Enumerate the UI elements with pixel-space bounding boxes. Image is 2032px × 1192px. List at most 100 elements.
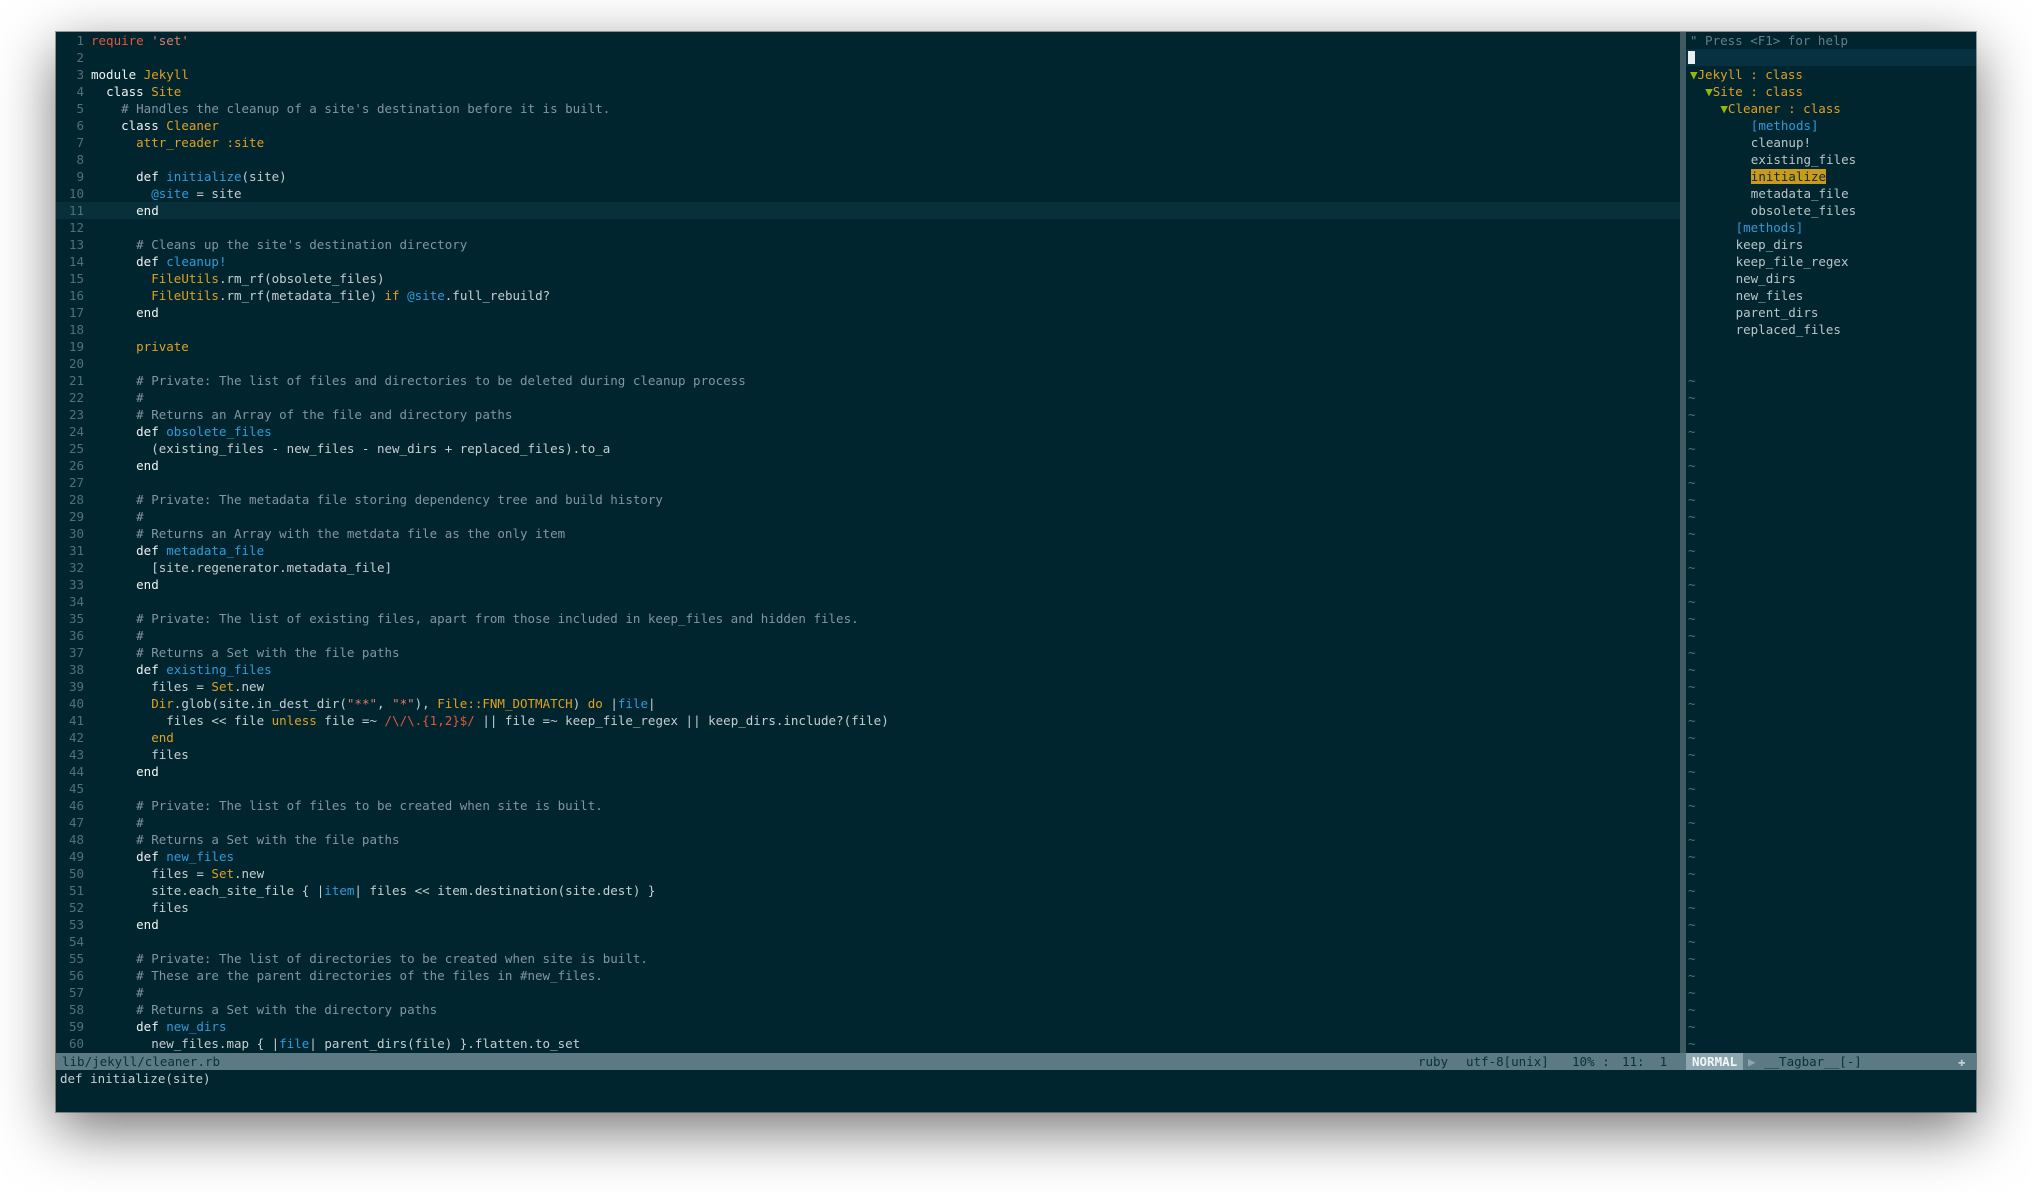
code-line[interactable]: 2 [56, 49, 1680, 66]
code-line[interactable]: 57 # [56, 984, 1680, 1001]
fold-open-icon[interactable]: ▼ [1720, 101, 1728, 116]
tagbar-method-item[interactable]: keep_dirs [1736, 236, 1804, 253]
tagbar-method-item[interactable]: cleanup! [1751, 134, 1811, 151]
tagbar-class-node[interactable]: ▼Cleaner : class [1720, 100, 1840, 117]
text-cursor [1688, 51, 1695, 64]
code-line[interactable]: 3 module Jekyll [56, 66, 1680, 83]
tagbar-method-item[interactable]: metadata_file [1751, 185, 1849, 202]
code-line[interactable]: 26 end [56, 457, 1680, 474]
code-line[interactable]: 32 [site.regenerator.metadata_file] [56, 559, 1680, 576]
tagbar-method-item[interactable]: initialize [1750, 168, 1827, 185]
code-line[interactable]: 14 def cleanup! [56, 253, 1680, 270]
vim-window[interactable]: 1 require 'set' 2 3 module Jekyll 4 class Sit… [56, 32, 1976, 1112]
code-line[interactable]: 43 files [56, 746, 1680, 763]
code-line[interactable]: 34 [56, 593, 1680, 610]
code-line[interactable]: 30 # Returns an Array with the metdata f… [56, 525, 1680, 542]
code-line[interactable]: 54 [56, 933, 1680, 950]
code-line[interactable]: 45 [56, 780, 1680, 797]
code-line[interactable]: 24 def obsolete_files [56, 423, 1680, 440]
code-line[interactable]: 59 def new_dirs [56, 1018, 1680, 1035]
code-line[interactable]: 18 [56, 321, 1680, 338]
code-line[interactable]: 10 @site = site [56, 185, 1680, 202]
tagbar-methods-header[interactable]: [methods] [1736, 219, 1804, 236]
tagbar-pane[interactable]: " Press <F1> for help ▼Jekyll : class ▼Si… [1686, 32, 1976, 1053]
code-line[interactable]: 53 end [56, 916, 1680, 933]
tagbar-class-node[interactable]: ▼Jekyll : class [1690, 66, 1803, 83]
code-line[interactable]: 27 [56, 474, 1680, 491]
code-line[interactable]: 38 def existing_files [56, 661, 1680, 678]
code-line[interactable]: 52 files [56, 899, 1680, 916]
tagbar-method-item[interactable]: parent_dirs [1736, 304, 1819, 321]
code-line[interactable]: 11 end [56, 202, 1680, 219]
code-line[interactable]: 6 class Cleaner [56, 117, 1680, 134]
code-line[interactable]: 50 files = Set.new [56, 865, 1680, 882]
code-line[interactable]: 33 end [56, 576, 1680, 593]
code-line[interactable]: 21 # Private: The list of files and dire… [56, 372, 1680, 389]
code-line[interactable]: 7 attr_reader :site [56, 134, 1680, 151]
tagbar-method-item[interactable]: new_files [1736, 287, 1804, 304]
code-line[interactable]: 46 # Private: The list of files to be cr… [56, 797, 1680, 814]
tagbar-methods-header[interactable]: [methods] [1751, 117, 1819, 134]
empty-line-tilde: ~ [1688, 679, 1696, 694]
code-line[interactable]: 39 files = Set.new [56, 678, 1680, 695]
code-line[interactable]: 9 def initialize(site) [56, 168, 1680, 185]
code-line[interactable]: 12 [56, 219, 1680, 236]
code-line[interactable]: 58 # Returns a Set with the directory pa… [56, 1001, 1680, 1018]
code-line[interactable]: 15 FileUtils.rm_rf(obsolete_files) [56, 270, 1680, 287]
editor-pane[interactable]: 1 require 'set' 2 3 module Jekyll 4 class Sit… [56, 32, 1680, 1053]
code-line[interactable]: 1 require 'set' [56, 32, 1680, 49]
code-token: end [136, 917, 159, 932]
tagbar-method-item[interactable]: obsolete_files [1751, 202, 1856, 219]
code-line[interactable]: 22 # [56, 389, 1680, 406]
tagbar-method-item[interactable]: keep_file_regex [1736, 253, 1849, 270]
fold-open-icon[interactable]: ▼ [1690, 67, 1698, 82]
code-token: || file =~ keep_file_regex || keep_dirs.… [474, 713, 889, 728]
code-line[interactable]: 51 site.each_site_file { |item| files <<… [56, 882, 1680, 899]
code-line[interactable]: 48 # Returns a Set with the file paths [56, 831, 1680, 848]
code-line[interactable]: 40 Dir.glob(site.in_dest_dir("**", "*"),… [56, 695, 1680, 712]
line-number: 51 [68, 883, 84, 898]
code-line[interactable]: 56 # These are the parent directories of… [56, 967, 1680, 984]
code-line[interactable]: 35 # Private: The list of existing files… [56, 610, 1680, 627]
code-line[interactable]: 44 end [56, 763, 1680, 780]
line-number: 49 [68, 849, 84, 864]
code-token: | files << item.destination(site.dest) } [354, 883, 656, 898]
code-line[interactable]: 47 # [56, 814, 1680, 831]
code-line[interactable]: 42 end [56, 729, 1680, 746]
tagbar-class-node[interactable]: ▼Site : class [1705, 83, 1803, 100]
tagbar-help-hint: " Press <F1> for help [1690, 33, 1849, 48]
code-line[interactable]: 29 # [56, 508, 1680, 525]
code-line[interactable]: 37 # Returns a Set with the file paths [56, 644, 1680, 661]
tagbar-method-item[interactable]: existing_files [1751, 151, 1856, 168]
code-line[interactable]: 41 files << file unless file =~ /\/\.{1,… [56, 712, 1680, 729]
empty-line-tilde: ~ [1688, 373, 1696, 388]
code-token: new_files.map { | [91, 1036, 280, 1051]
code-line[interactable]: 19 private [56, 338, 1680, 355]
code-line[interactable]: 16 FileUtils.rm_rf(metadata_file) if @si… [56, 287, 1680, 304]
code-line[interactable]: 5 # Handles the cleanup of a site's dest… [56, 100, 1680, 117]
code-line[interactable]: 49 def new_files [56, 848, 1680, 865]
code-line[interactable]: 17 end [56, 304, 1680, 321]
command-line[interactable]: def initialize(site) [60, 1070, 211, 1087]
code-line[interactable]: 31 def metadata_file [56, 542, 1680, 559]
code-line[interactable]: 28 # Private: The metadata file storing … [56, 491, 1680, 508]
code-line[interactable]: 23 # Returns an Array of the file and di… [56, 406, 1680, 423]
tagbar-method-item[interactable]: new_dirs [1736, 270, 1796, 287]
tagbar-method-item[interactable]: replaced_files [1736, 321, 1841, 338]
code-line[interactable]: 55 # Private: The list of directories to… [56, 950, 1680, 967]
code-line[interactable]: 20 [56, 355, 1680, 372]
code-token: .new [234, 679, 265, 694]
code-line[interactable]: 60 new_files.map { |file| parent_dirs(fi… [56, 1035, 1680, 1052]
code-token: # These are the parent directories of th… [136, 968, 603, 983]
code-line[interactable]: 13 # Cleans up the site's destination di… [56, 236, 1680, 253]
fold-open-icon[interactable]: ▼ [1705, 84, 1713, 99]
code-line[interactable]: 8 [56, 151, 1680, 168]
code-token: # Private: The metadata file storing dep… [136, 492, 663, 507]
code-line[interactable]: 4 class Site [56, 83, 1680, 100]
code-line[interactable]: 36 # [56, 627, 1680, 644]
code-line[interactable]: 25 (existing_files - new_files - new_dir… [56, 440, 1680, 457]
code-token: end [136, 458, 159, 473]
